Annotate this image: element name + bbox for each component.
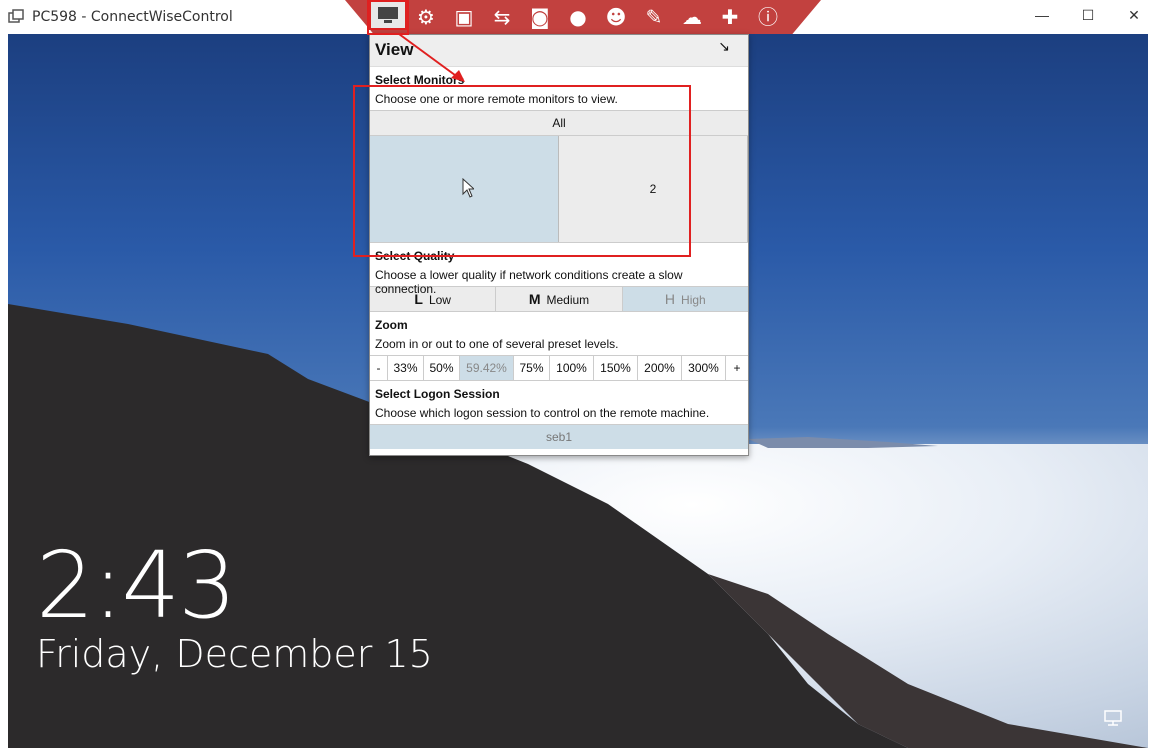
zoom-150-button[interactable]: 150%: [594, 356, 638, 380]
close-button[interactable]: ✕: [1111, 0, 1157, 30]
zoom-title: Zoom: [375, 318, 408, 332]
zoom-desc: Zoom in or out to one of several preset …: [375, 337, 619, 351]
gear-icon: ⚙: [417, 5, 435, 29]
microphone-icon: ●: [569, 5, 587, 29]
camera-icon: ◙: [530, 5, 550, 29]
quality-high-label: High: [681, 293, 706, 307]
lockscreen-date: Friday, December 15: [36, 632, 433, 676]
users-button[interactable]: ☻: [603, 4, 629, 30]
network-icon: [1104, 710, 1122, 726]
info-icon: ⓘ: [758, 5, 778, 29]
zoom-out-button[interactable]: -: [370, 356, 388, 380]
zoom-33-button[interactable]: 33%: [388, 356, 424, 380]
quality-medium-letter: M: [528, 291, 541, 307]
quality-medium-button[interactable]: M Medium: [496, 287, 623, 311]
toolbox-icon: ▣: [454, 5, 474, 29]
quality-high-letter: H: [664, 291, 676, 307]
annotation-arrow: [398, 33, 465, 82]
gear-button[interactable]: ⚙: [413, 4, 439, 30]
toolbox-button[interactable]: ▣: [451, 4, 477, 30]
highlight-box-monitors: [353, 85, 691, 257]
session-seb1-button[interactable]: seb1: [370, 425, 748, 449]
microphone-button[interactable]: ●: [565, 4, 591, 30]
quality-medium-label: Medium: [546, 293, 590, 307]
zoom-200-button[interactable]: 200%: [638, 356, 682, 380]
window-title: PC598 - ConnectWiseControl: [32, 9, 233, 25]
logon-session-row: seb1: [370, 424, 748, 449]
maximize-button[interactable]: ☐: [1065, 0, 1111, 30]
lockscreen-time: 2:43: [36, 532, 237, 639]
logon-session-desc: Choose which logon session to control on…: [375, 406, 710, 420]
minimize-button[interactable]: —: [1019, 0, 1065, 30]
users-icon: ☻: [605, 5, 627, 29]
pencil-button[interactable]: ✎: [641, 4, 667, 30]
pencil-icon: ✎: [645, 5, 663, 29]
zoom-300-button[interactable]: 300%: [682, 356, 726, 380]
zoom-75-button[interactable]: 75%: [514, 356, 550, 380]
zoom-50-button[interactable]: 50%: [424, 356, 460, 380]
quality-options: L Low M Medium H High: [370, 286, 748, 312]
zoom-options: - 33% 50% 59.42% 75% 100% 150% 200% 300%…: [370, 355, 748, 381]
camera-button[interactable]: ◙: [527, 4, 553, 30]
quality-low-letter: L: [414, 291, 423, 307]
chat-icon: ☁: [682, 5, 702, 29]
zoom-100-button[interactable]: 100%: [550, 356, 594, 380]
select-quality-desc: Choose a lower quality if network condit…: [375, 268, 683, 296]
quality-high-button[interactable]: H High: [622, 287, 748, 311]
transfer-button[interactable]: ⇆: [489, 4, 515, 30]
quality-low-label: Low: [428, 293, 451, 307]
transfer-icon: ⇆: [493, 5, 511, 29]
logon-session-title: Select Logon Session: [375, 387, 500, 401]
chat-button[interactable]: ☁: [679, 4, 705, 30]
plus-icon: ✚: [721, 5, 739, 29]
info-button[interactable]: ⓘ: [755, 4, 781, 30]
zoom-in-button[interactable]: +: [726, 356, 748, 380]
expand-icon[interactable]: ↘: [718, 38, 730, 55]
quality-low-button[interactable]: L Low: [370, 287, 497, 311]
plus-button[interactable]: ✚: [717, 4, 743, 30]
app-icon: [8, 9, 24, 23]
zoom-current-button[interactable]: 59.42%: [460, 356, 514, 380]
